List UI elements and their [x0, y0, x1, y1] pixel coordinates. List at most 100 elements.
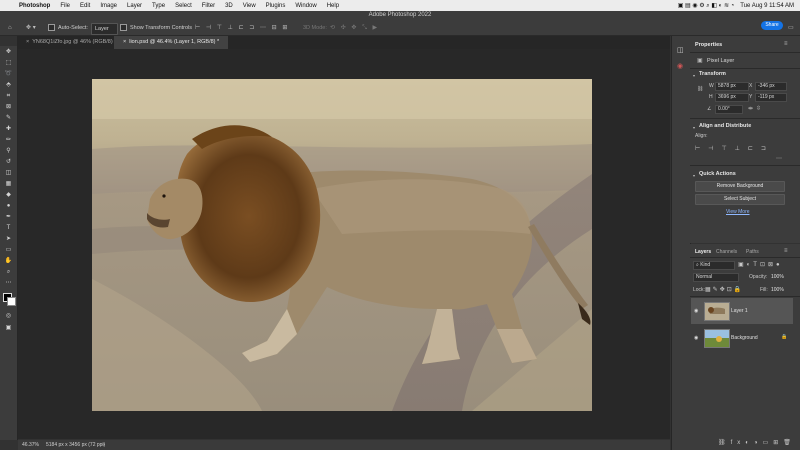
menu-file[interactable]: File: [55, 3, 75, 9]
x-field[interactable]: -346 px: [755, 82, 787, 91]
menu-filter[interactable]: Filter: [197, 3, 220, 9]
menu-plugins[interactable]: Plugins: [261, 3, 291, 9]
status-icons[interactable]: ▣ ▤ ◉ ⚙ ⌕ ◧ ◐ ≋ ◔: [678, 2, 735, 10]
lock-icon[interactable]: 🔒: [781, 334, 787, 340]
tab-label: lion.psd @ 46.4% (Layer 1, RGB/8) *: [129, 39, 220, 45]
libraries-panel-icon[interactable]: ◉: [677, 62, 683, 70]
menu-3d[interactable]: 3D: [220, 3, 238, 9]
layer-name[interactable]: Layer 1: [731, 308, 748, 314]
menu-view[interactable]: View: [238, 3, 261, 9]
more-icon[interactable]: ⋯: [776, 155, 782, 162]
close-icon[interactable]: ×: [123, 39, 126, 45]
object-selection-tool-icon[interactable]: ⬘: [3, 81, 14, 90]
workspace-icon[interactable]: ▭: [788, 23, 794, 33]
show-transform-checkbox[interactable]: Show Transform Controls: [120, 23, 192, 33]
eyedropper-tool-icon[interactable]: ✎: [3, 114, 14, 123]
type-tool-icon[interactable]: T: [3, 224, 14, 233]
quick-actions-title[interactable]: Quick Actions: [699, 171, 736, 177]
zoom-tool-icon[interactable]: ⌕: [3, 268, 14, 277]
tab-layers[interactable]: Layers: [695, 249, 711, 255]
angle-field[interactable]: 0.00°: [715, 105, 743, 114]
menu-edit[interactable]: Edit: [75, 3, 95, 9]
crop-tool-icon[interactable]: ⌗: [3, 92, 14, 101]
lasso-tool-icon[interactable]: ➰: [3, 70, 14, 79]
select-subject-button[interactable]: Select Subject: [695, 194, 785, 205]
align-buttons-icons[interactable]: ⊢⊣⊤⊥⊏⊐: [695, 145, 774, 152]
menu-layer[interactable]: Layer: [122, 3, 147, 9]
flip-icons[interactable]: ⇹⇳: [748, 105, 764, 112]
menu-help[interactable]: Help: [322, 3, 344, 9]
move-tool-icon[interactable]: ✥: [3, 48, 14, 57]
3d-mode-label: 3D Mode:: [303, 25, 327, 31]
marquee-tool-icon[interactable]: ⬚: [3, 59, 14, 68]
link-icon[interactable]: ⛓: [697, 86, 703, 92]
layers-footer-icons[interactable]: ⛓fx◐◑▭⊞🗑: [718, 439, 796, 446]
eye-icon[interactable]: ◉: [694, 335, 698, 341]
align-icons[interactable]: ⊢ ⊣ ⊤ ⊥ ⊏ ⊐ ⋯ ⊟ ⊞: [195, 23, 289, 33]
height-field[interactable]: 3696 px: [715, 93, 749, 102]
lock-icons[interactable]: ▦✎✥⊡🔒: [705, 286, 743, 293]
history-brush-tool-icon[interactable]: ↺: [3, 158, 14, 167]
quick-mask-icon[interactable]: ◎: [3, 312, 14, 321]
menu-window[interactable]: Window: [290, 3, 321, 9]
pen-tool-icon[interactable]: ✒: [3, 213, 14, 222]
layer-row-background[interactable]: ◉ Background 🔒: [691, 325, 793, 351]
hand-tool-icon[interactable]: ✋: [3, 257, 14, 266]
lion-photo[interactable]: [92, 79, 592, 411]
transform-section-title[interactable]: Transform: [699, 71, 726, 77]
path-selection-tool-icon[interactable]: ➤: [3, 235, 14, 244]
stamp-tool-icon[interactable]: ⚲: [3, 147, 14, 156]
3d-mode-icons[interactable]: ⟲ ✣ ✥ ⤡ ▶: [330, 23, 379, 33]
close-icon[interactable]: ×: [26, 39, 29, 45]
blur-tool-icon[interactable]: ◆: [3, 191, 14, 200]
menu-photoshop[interactable]: Photoshop: [14, 3, 55, 9]
frame-tool-icon[interactable]: ⊠: [3, 103, 14, 112]
shape-tool-icon[interactable]: ▭: [3, 246, 14, 255]
opacity-field[interactable]: 100%: [771, 274, 784, 280]
healing-tool-icon[interactable]: ✚: [3, 125, 14, 134]
menubar-clock[interactable]: Tue Aug 9 11:54 AM: [740, 3, 794, 9]
layer-name[interactable]: Background: [731, 335, 758, 341]
layer-thumbnail: [704, 302, 730, 321]
doc-info[interactable]: 5184 px x 3456 px (72 ppi): [46, 440, 105, 450]
tab-channels[interactable]: Channels: [716, 249, 737, 255]
menu-image[interactable]: Image: [95, 3, 122, 9]
layer-row-layer-1[interactable]: ◉ Layer 1: [691, 298, 793, 324]
fill-field[interactable]: 100%: [771, 287, 784, 293]
background-color-swatch[interactable]: [7, 297, 16, 306]
tab-properties[interactable]: Properties: [695, 42, 722, 48]
chevron-right-icon[interactable]: ›: [103, 440, 105, 450]
kind-filter-dropdown[interactable]: ⌕ Kind: [693, 261, 735, 270]
tab-paths[interactable]: Paths: [746, 249, 759, 255]
panel-menu-icon[interactable]: ≡: [784, 41, 788, 47]
menu-type[interactable]: Type: [147, 3, 170, 9]
y-field[interactable]: -119 px: [755, 93, 787, 102]
tab-document-1[interactable]: × YN68Q1iZfo.jpg @ 46% (RGB/8): [17, 36, 123, 49]
tab-document-2[interactable]: × lion.psd @ 46.4% (Layer 1, RGB/8) *: [114, 36, 228, 49]
width-field[interactable]: 5878 px: [715, 82, 749, 91]
dodge-tool-icon[interactable]: ●: [3, 202, 14, 211]
y-label: Y: [749, 94, 753, 100]
width-label: W: [709, 83, 714, 89]
lion-image: [92, 79, 592, 411]
brush-tool-icon[interactable]: ✏: [3, 136, 14, 145]
align-section-title[interactable]: Align and Distribute: [699, 123, 751, 129]
auto-select-dropdown[interactable]: Layer: [91, 23, 118, 35]
home-icon[interactable]: ⌂: [8, 23, 12, 33]
share-button[interactable]: Share: [761, 21, 783, 30]
gradient-tool-icon[interactable]: ▦: [3, 180, 14, 189]
eraser-tool-icon[interactable]: ◫: [3, 169, 14, 178]
view-more-link[interactable]: View More: [726, 209, 750, 215]
zoom-level[interactable]: 46.37%: [22, 440, 39, 450]
remove-background-button[interactable]: Remove Background: [695, 181, 785, 192]
menu-select[interactable]: Select: [170, 3, 197, 9]
more-tools-icon[interactable]: ⋯: [3, 279, 14, 288]
learn-panel-icon[interactable]: ◫: [677, 46, 684, 54]
filter-icons[interactable]: ▣◐T⊡⊠●: [738, 261, 783, 268]
screen-mode-icon[interactable]: ▣: [3, 324, 14, 333]
eye-icon[interactable]: ◉: [694, 308, 698, 314]
blend-mode-dropdown[interactable]: Normal: [693, 273, 739, 282]
move-tool-icon[interactable]: ✥ ▾: [26, 23, 36, 33]
layers-menu-icon[interactable]: ≡: [784, 248, 788, 254]
auto-select-checkbox[interactable]: Auto-Select:: [48, 23, 88, 33]
